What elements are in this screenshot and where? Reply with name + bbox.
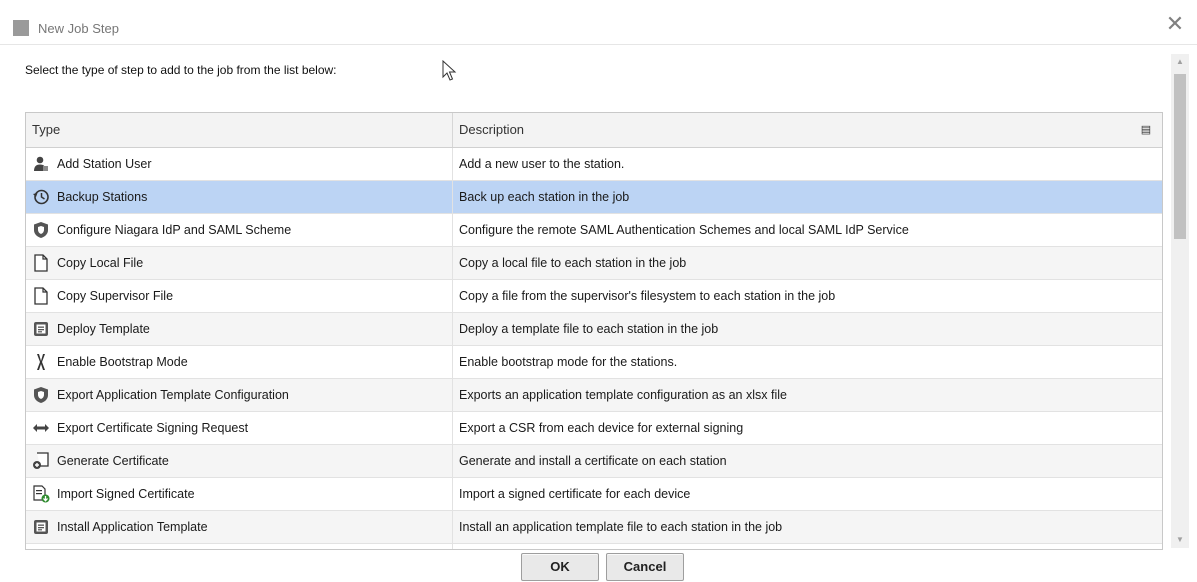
- shield-icon: [32, 221, 50, 239]
- mouse-cursor-icon: [442, 60, 457, 81]
- step-type-label: Add Station User: [57, 157, 152, 171]
- file-icon: [32, 287, 50, 305]
- table-row[interactable]: Install Certificate Install a certificate…: [26, 544, 1162, 549]
- step-type-label: Configure Niagara IdP and SAML Scheme: [57, 223, 292, 237]
- step-type-label: Enable Bootstrap Mode: [57, 355, 188, 369]
- step-description: Generate and install a certificate on ea…: [459, 454, 727, 468]
- scroll-up-icon[interactable]: ▲: [1171, 54, 1189, 70]
- certificate-icon: [32, 452, 50, 470]
- step-description: Copy a file from the supervisor's filesy…: [459, 289, 836, 303]
- scroll-thumb[interactable]: [1174, 74, 1186, 239]
- type-cell: Install Certificate: [26, 544, 453, 549]
- new-job-step-dialog: New Job Step ✕ Select the type of step t…: [0, 0, 1197, 582]
- type-cell: Backup Stations: [26, 181, 453, 213]
- step-type-label: Backup Stations: [57, 190, 148, 204]
- scroll-down-icon[interactable]: ▼: [1171, 532, 1189, 548]
- type-cell: Generate Certificate: [26, 445, 453, 477]
- table-row[interactable]: Generate Certificate Generate and install…: [26, 445, 1162, 478]
- table-row[interactable]: Deploy Template Deploy a template file to…: [26, 313, 1162, 346]
- step-type-label: Export Certificate Signing Request: [57, 421, 249, 435]
- cancel-button[interactable]: Cancel: [606, 553, 684, 581]
- step-type-label: Copy Supervisor File: [57, 289, 174, 303]
- shield-icon: [32, 386, 50, 404]
- user-icon: [32, 155, 50, 173]
- close-icon[interactable]: ✕: [1165, 13, 1185, 35]
- table-row[interactable]: Configure Niagara IdP and SAML Scheme Con…: [26, 214, 1162, 247]
- step-type-label: Generate Certificate: [57, 454, 169, 468]
- title-bar: New Job Step ✕: [0, 0, 1197, 45]
- column-divider[interactable]: [452, 113, 453, 147]
- table-row[interactable]: Export Certificate Signing Request Export…: [26, 412, 1162, 445]
- instruction-text: Select the type of step to add to the jo…: [25, 63, 337, 77]
- step-description: Install an application template file to …: [459, 520, 783, 534]
- file-icon: [32, 254, 50, 272]
- table-row[interactable]: Copy Supervisor File Copy a file from the…: [26, 280, 1162, 313]
- column-chooser-icon[interactable]: ▤: [1139, 123, 1153, 137]
- table-body: Add Station User Add a new user to the st…: [26, 148, 1162, 549]
- type-cell: Install Application Template: [26, 511, 453, 543]
- type-cell: Configure Niagara IdP and SAML Scheme: [26, 214, 453, 246]
- step-type-label: Install Application Template: [57, 520, 208, 534]
- tools-icon: [32, 353, 50, 371]
- ok-button[interactable]: OK: [521, 553, 599, 581]
- table-row[interactable]: Import Signed Certificate Import a signed…: [26, 478, 1162, 511]
- type-cell: Export Application Template Configuratio…: [26, 379, 453, 411]
- step-description: Add a new user to the station.: [459, 157, 625, 171]
- table-row[interactable]: Add Station User Add a new user to the st…: [26, 148, 1162, 181]
- type-cell: Copy Supervisor File: [26, 280, 453, 312]
- type-cell: Import Signed Certificate: [26, 478, 453, 510]
- template-icon: [32, 320, 50, 338]
- history-icon: [32, 188, 50, 206]
- table-row[interactable]: Enable Bootstrap Mode Enable bootstrap mo…: [26, 346, 1162, 379]
- app-icon: [13, 20, 29, 36]
- vertical-scrollbar[interactable]: ▲ ▼: [1171, 54, 1189, 548]
- import-icon: [32, 485, 50, 503]
- window-title: New Job Step: [38, 21, 119, 36]
- step-type-table: Type Description ▤ Add Station User Add a…: [25, 112, 1163, 550]
- type-cell: Deploy Template: [26, 313, 453, 345]
- type-cell: Export Certificate Signing Request: [26, 412, 453, 444]
- step-type-label: Install Certificate: [57, 544, 149, 549]
- step-description: Exports an application template configur…: [459, 388, 787, 402]
- step-type-label: Copy Local File: [57, 256, 144, 270]
- step-description: Back up each station in the job: [459, 190, 630, 204]
- type-cell: Add Station User: [26, 148, 453, 180]
- type-cell: Copy Local File: [26, 247, 453, 279]
- step-type-label: Export Application Template Configuratio…: [57, 388, 289, 402]
- step-type-label: Import Signed Certificate: [57, 487, 195, 501]
- step-type-label: Deploy Template: [57, 322, 150, 336]
- step-description: Export a CSR from each device for extern…: [459, 421, 744, 435]
- step-description: Deploy a template file to each station i…: [459, 322, 719, 336]
- step-description: Enable bootstrap mode for the stations.: [459, 355, 678, 369]
- table-row[interactable]: Copy Local File Copy a local file to each…: [26, 247, 1162, 280]
- step-description: Import a signed certificate for each dev…: [459, 487, 691, 501]
- column-header-description[interactable]: Description: [459, 113, 524, 147]
- table-row[interactable]: Backup Stations Back up each station in t…: [26, 181, 1162, 214]
- table-row[interactable]: Export Application Template Configuratio…: [26, 379, 1162, 412]
- exchange-icon: [32, 419, 50, 437]
- type-cell: Enable Bootstrap Mode: [26, 346, 453, 378]
- step-description: Configure the remote SAML Authentication…: [459, 223, 909, 237]
- table-header: Type Description ▤: [26, 113, 1162, 148]
- column-header-type[interactable]: Type: [32, 113, 60, 147]
- step-description: Install a certificate to the usertrust s…: [459, 544, 762, 549]
- template-icon: [32, 518, 50, 536]
- step-description: Copy a local file to each station in the…: [459, 256, 687, 270]
- table-row[interactable]: Install Application Template Install an a…: [26, 511, 1162, 544]
